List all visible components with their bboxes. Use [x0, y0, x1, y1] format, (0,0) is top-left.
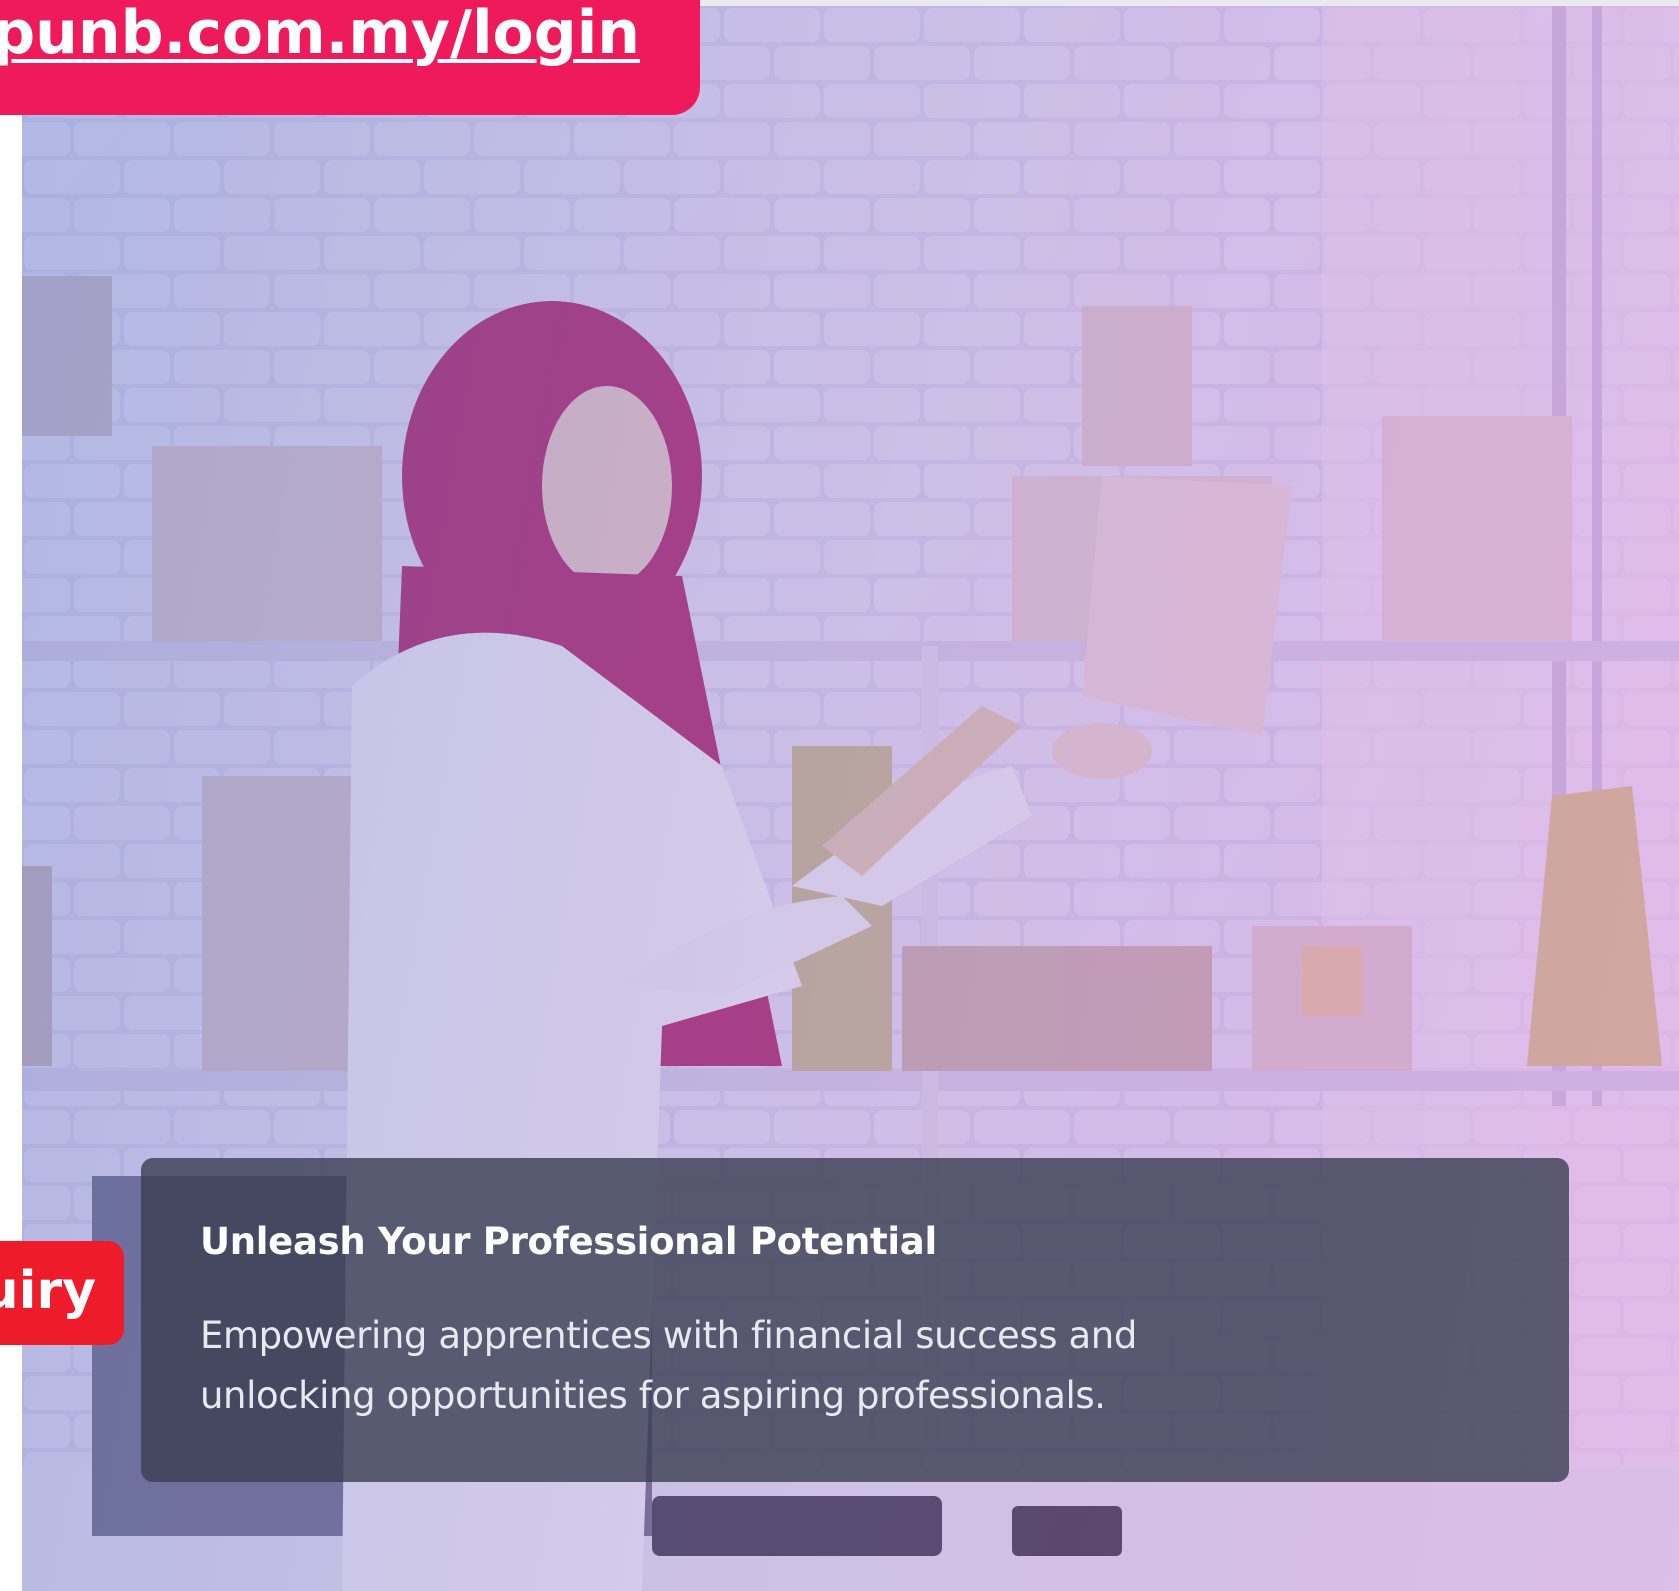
hero-caption-card: Unleash Your Professional Potential Empo…: [141, 1158, 1569, 1482]
enquiry-button-label: uiry: [0, 1261, 96, 1321]
caption-body: Empowering apprentices with financial su…: [200, 1314, 1137, 1417]
caption-title: Unleash Your Professional Potential: [200, 1220, 937, 1263]
url-banner: rtal.punb.com.my/login: [0, 0, 700, 115]
page: rtal.punb.com.my/login uiry Unleash Your…: [0, 0, 1679, 1591]
login-url-link[interactable]: rtal.punb.com.my/login: [0, 0, 640, 66]
enquiry-button[interactable]: uiry: [0, 1241, 124, 1345]
